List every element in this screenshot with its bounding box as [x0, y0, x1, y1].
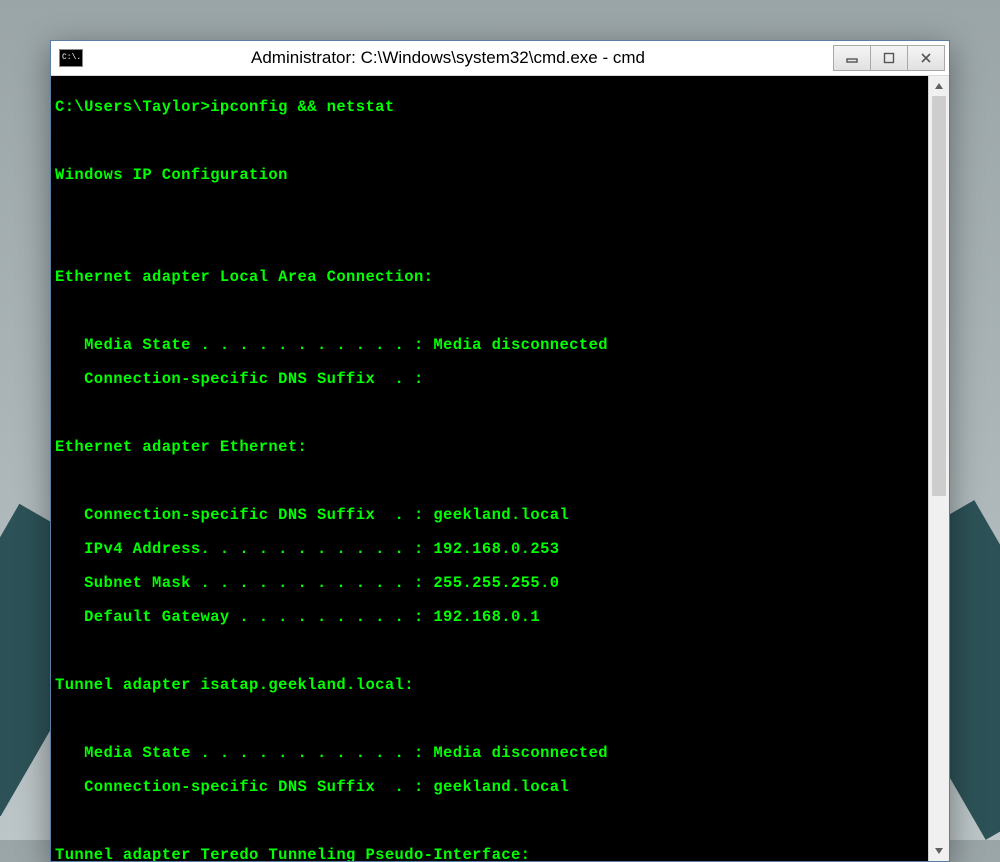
prompt-line: C:\Users\Taylor>ipconfig && netstat — [55, 99, 928, 116]
cmd-icon-text: C:\. — [62, 54, 81, 62]
ipconfig-heading: Windows IP Configuration — [55, 167, 928, 184]
blank-line — [55, 643, 928, 660]
dns-suffix: Connection-specific DNS Suffix . : geekl… — [55, 507, 928, 524]
vertical-scrollbar[interactable] — [928, 76, 949, 861]
cmd-icon[interactable]: C:\. — [59, 49, 83, 67]
window-buttons — [833, 45, 945, 71]
scroll-up-arrow-icon[interactable] — [929, 76, 949, 96]
default-gateway: Default Gateway . . . . . . . . . : 192.… — [55, 609, 928, 626]
media-state: Media State . . . . . . . . . . . : Medi… — [55, 337, 928, 354]
window-title: Administrator: C:\Windows\system32\cmd.e… — [93, 48, 833, 68]
subnet-mask: Subnet Mask . . . . . . . . . . . : 255.… — [55, 575, 928, 592]
blank-line — [55, 711, 928, 728]
cmd-window: C:\. Administrator: C:\Windows\system32\… — [50, 40, 950, 862]
scroll-track[interactable] — [929, 96, 949, 841]
media-state: Media State . . . . . . . . . . . : Medi… — [55, 745, 928, 762]
maximize-button[interactable] — [870, 45, 908, 71]
adapter-header: Ethernet adapter Ethernet: — [55, 439, 928, 456]
ipv4-address: IPv4 Address. . . . . . . . . . . : 192.… — [55, 541, 928, 558]
blank-line — [55, 473, 928, 490]
dns-suffix: Connection-specific DNS Suffix . : geekl… — [55, 779, 928, 796]
scroll-down-arrow-icon[interactable] — [929, 841, 949, 861]
close-button[interactable] — [907, 45, 945, 71]
scroll-thumb[interactable] — [932, 96, 946, 496]
blank-line — [55, 133, 928, 150]
titlebar[interactable]: C:\. Administrator: C:\Windows\system32\… — [51, 41, 949, 76]
client-area: C:\Users\Taylor>ipconfig && netstat Wind… — [51, 76, 949, 861]
blank-line — [55, 405, 928, 422]
blank-line — [55, 303, 928, 320]
minimize-button[interactable] — [833, 45, 871, 71]
blank-line — [55, 235, 928, 252]
blank-line — [55, 201, 928, 218]
blank-line — [55, 813, 928, 830]
adapter-header: Ethernet adapter Local Area Connection: — [55, 269, 928, 286]
dns-suffix: Connection-specific DNS Suffix . : — [55, 371, 928, 388]
command: ipconfig && netstat — [210, 98, 394, 116]
terminal-output[interactable]: C:\Users\Taylor>ipconfig && netstat Wind… — [51, 76, 928, 861]
adapter-header: Tunnel adapter isatap.geekland.local: — [55, 677, 928, 694]
prompt: C:\Users\Taylor> — [55, 98, 210, 116]
adapter-header: Tunnel adapter Teredo Tunneling Pseudo-I… — [55, 847, 928, 861]
